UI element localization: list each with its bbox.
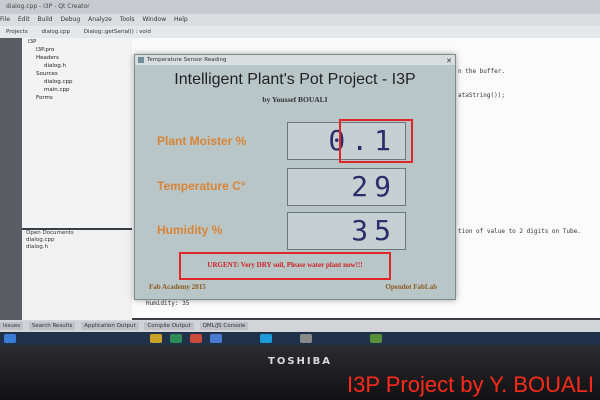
moisture-highlight xyxy=(339,119,413,163)
taskbar-app-icon[interactable] xyxy=(370,334,382,343)
author-byline: by Youssef BOUALI xyxy=(262,95,328,104)
dialog-title: Temperature Sensor Reading xyxy=(147,57,227,63)
footer-left-label: Fab Academy 2015 xyxy=(149,283,206,291)
laptop-screen: dialog.cpp - I3P - Qt Creator File Edit … xyxy=(0,0,600,345)
close-icon[interactable]: ✕ xyxy=(446,56,452,66)
tab-application-output[interactable]: Application Output xyxy=(81,322,139,330)
open-documents-title: Open Documents xyxy=(26,230,74,236)
footer-right-label: Opendot FabLab xyxy=(385,283,437,291)
tree-item-sources[interactable]: Sources xyxy=(22,70,132,78)
alert-message: URGENT: Very DRY soil, Please water plan… xyxy=(207,261,363,269)
laptop-brand-logo: TOSHIBA xyxy=(268,356,332,367)
menu-debug[interactable]: Debug xyxy=(61,16,81,23)
moisture-label: Plant Moister % xyxy=(157,134,247,148)
temperature-lcd: 29 xyxy=(287,168,406,206)
tree-item-headers[interactable]: Headers xyxy=(22,54,132,62)
function-selector[interactable]: Dialog::getSerial() : void xyxy=(78,26,157,38)
dialog-titlebar: Temperature Sensor Reading ✕ xyxy=(135,55,455,65)
tree-item-main-cpp[interactable]: main.cpp xyxy=(22,86,132,94)
file-tab-dialog-cpp[interactable]: dialog.cpp xyxy=(35,26,76,38)
menu-help[interactable]: Help xyxy=(174,16,188,23)
mode-sidebar xyxy=(0,38,22,328)
menu-edit[interactable]: Edit xyxy=(18,16,30,23)
window-titlebar: dialog.cpp - I3P - Qt Creator xyxy=(0,0,600,14)
dialog-heading: Intelligent Plant's Pot Project - I3P xyxy=(174,71,416,88)
code-fragment: n the buffer. xyxy=(458,68,505,75)
tab-search-results[interactable]: Search Results xyxy=(28,322,76,330)
tree-item-dialog-h[interactable]: dialog.h xyxy=(22,62,132,70)
alert-box: URGENT: Very DRY soil, Please water plan… xyxy=(179,252,391,280)
taskbar-app-icon[interactable] xyxy=(170,334,182,343)
output-line: Humidity: 35 xyxy=(146,300,190,307)
watermark-caption: I3P Project by Y. BOUALI xyxy=(346,372,594,397)
taskbar-app-icon[interactable] xyxy=(210,334,222,343)
tab-compile-output[interactable]: Compile Output xyxy=(144,322,194,330)
output-tabs: Issues Search Results Application Output… xyxy=(0,320,600,332)
temperature-label: Temperature C° xyxy=(157,179,246,193)
open-doc-dialog-cpp[interactable]: dialog.cpp xyxy=(22,237,132,244)
window-title: dialog.cpp - I3P - Qt Creator xyxy=(6,3,90,10)
humidity-label: Humidity % xyxy=(157,223,223,237)
menu-bar: File Edit Build Debug Analyze Tools Wind… xyxy=(0,14,600,26)
sensor-dialog: Temperature Sensor Reading ✕ Intelligent… xyxy=(134,54,456,300)
open-documents-panel: Open Documents dialog.cpp dialog.h xyxy=(22,230,132,330)
taskbar-app-icon[interactable] xyxy=(150,334,162,343)
menu-tools[interactable]: Tools xyxy=(120,16,135,23)
menu-file[interactable]: File xyxy=(0,16,10,23)
tree-item-i3p[interactable]: I3P xyxy=(22,38,132,46)
code-fragment: ataString()); xyxy=(458,92,505,99)
code-fragment: tion of value to 2 digits on Tube. xyxy=(458,228,581,235)
menu-analyze[interactable]: Analyze xyxy=(88,16,112,23)
humidity-value: 35 xyxy=(351,214,397,247)
editor-toolbar: Projects dialog.cpp Dialog::getSerial() … xyxy=(0,26,600,38)
tab-issues[interactable]: Issues xyxy=(0,322,24,330)
menu-build[interactable]: Build xyxy=(38,16,53,23)
tab-qml-console[interactable]: QML/JS Console xyxy=(199,322,249,330)
taskbar-app-icon[interactable] xyxy=(300,334,312,343)
skype-icon[interactable] xyxy=(260,334,272,343)
temperature-value: 29 xyxy=(351,170,397,203)
laptop-bezel: dialog.cpp - I3P - Qt Creator File Edit … xyxy=(0,0,600,400)
humidity-lcd: 35 xyxy=(287,212,406,250)
menu-window[interactable]: Window xyxy=(142,16,166,23)
start-icon[interactable] xyxy=(4,334,16,343)
taskbar-app-icon[interactable] xyxy=(190,334,202,343)
projects-selector[interactable]: Projects xyxy=(0,26,34,38)
windows-taskbar xyxy=(0,332,600,345)
tree-item-pro[interactable]: I3P.pro xyxy=(22,46,132,54)
tree-item-forms[interactable]: Forms xyxy=(22,94,132,102)
open-doc-dialog-h[interactable]: dialog.h xyxy=(22,244,132,251)
tree-item-dialog-cpp[interactable]: dialog.cpp xyxy=(22,78,132,86)
project-tree: I3P I3P.pro Headers dialog.h Sources dia… xyxy=(22,38,132,228)
app-icon xyxy=(138,57,144,63)
